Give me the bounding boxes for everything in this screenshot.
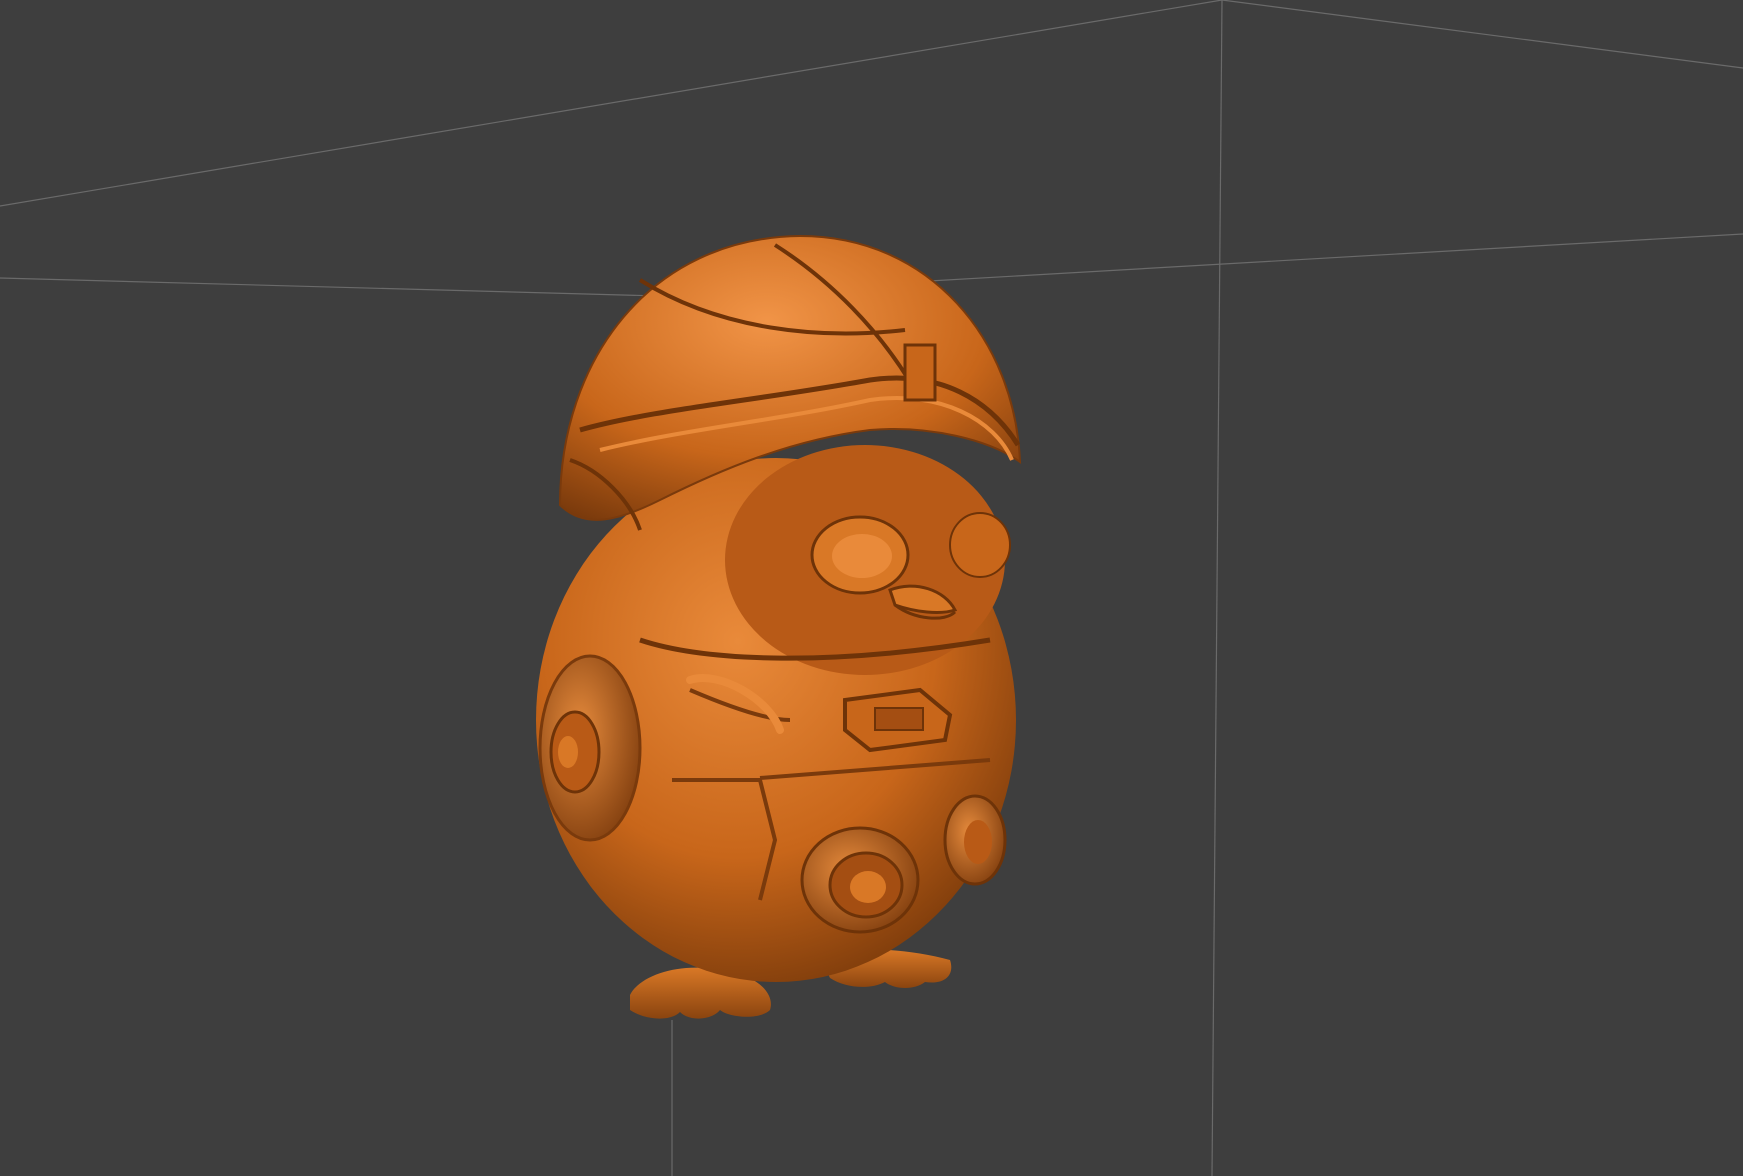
- 3d-viewport[interactable]: [0, 0, 1743, 1176]
- 3d-model[interactable]: [536, 234, 1022, 1019]
- model-side-disc: [538, 654, 642, 842]
- viewport-canvas[interactable]: [0, 0, 1743, 1176]
- model-knob-front: [800, 826, 920, 934]
- model-knob-side: [943, 794, 1007, 886]
